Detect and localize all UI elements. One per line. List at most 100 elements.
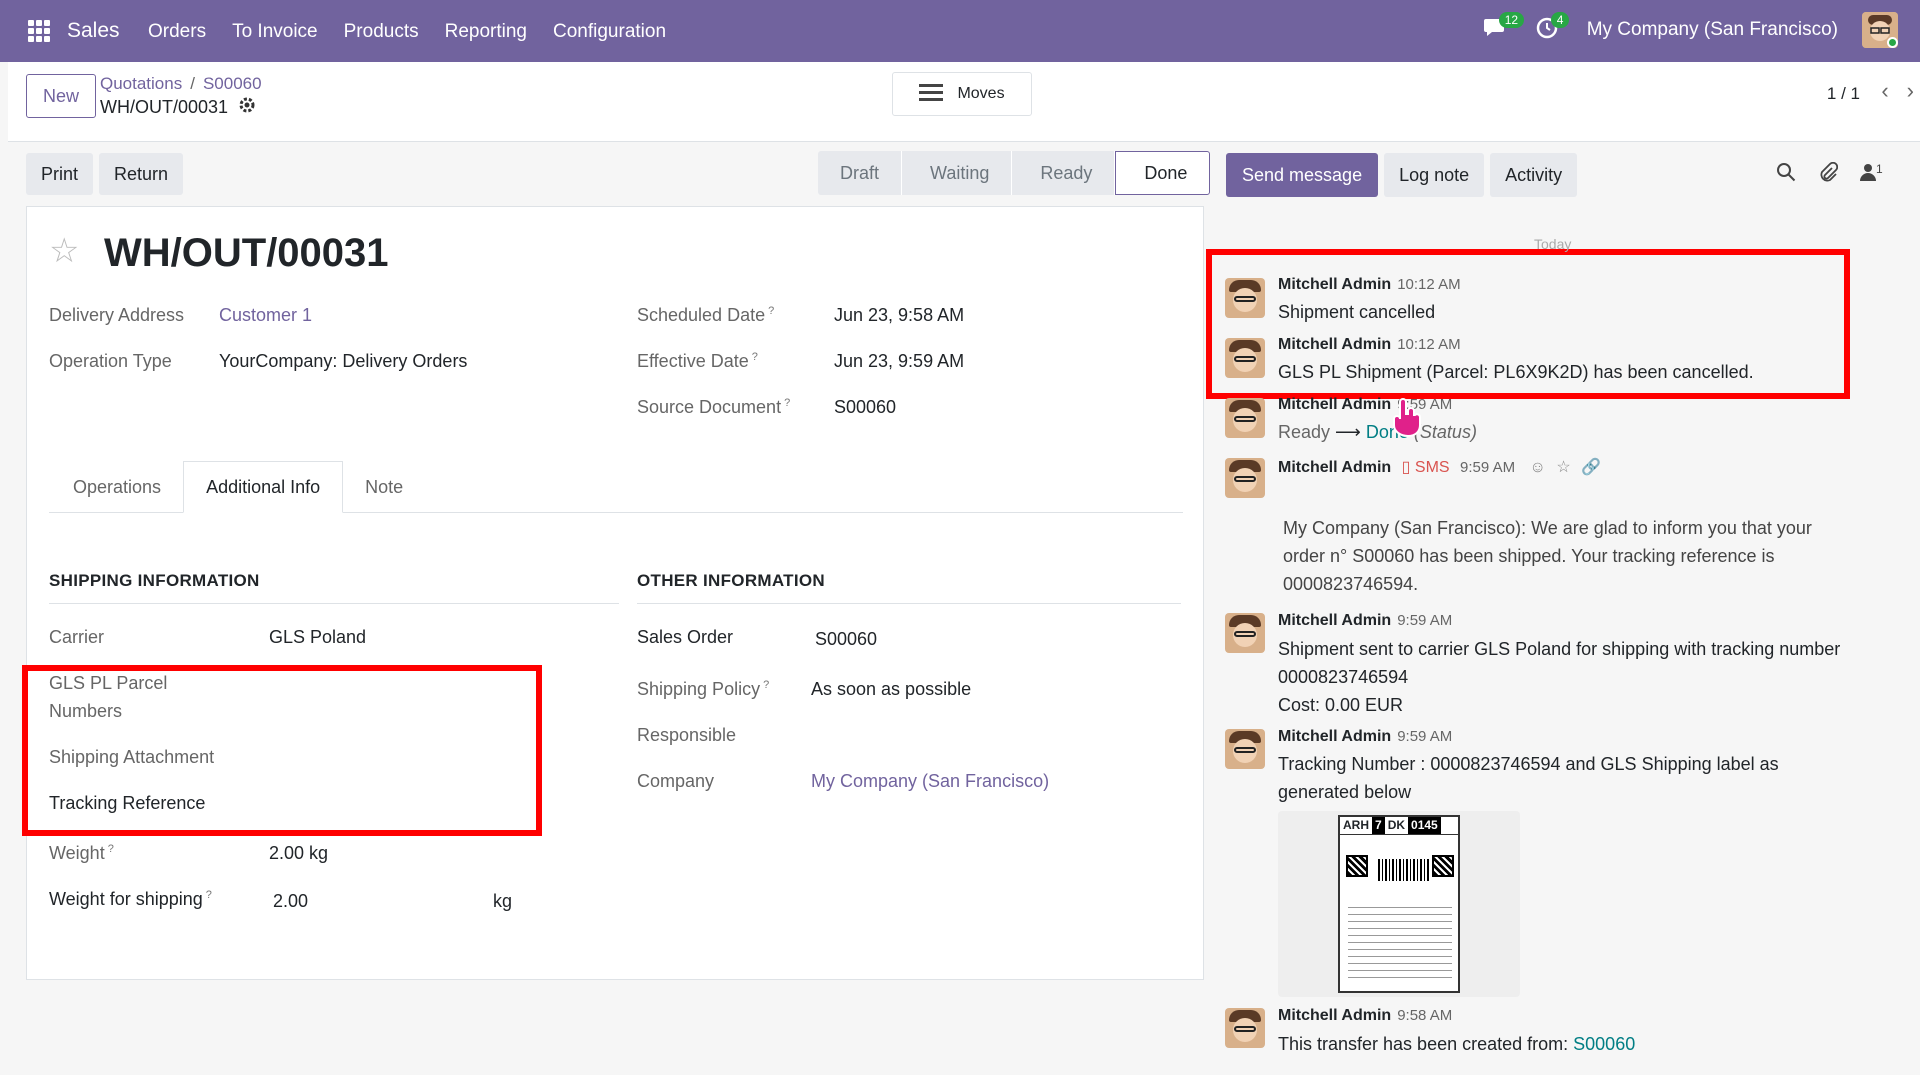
user-avatar[interactable] <box>1862 12 1898 48</box>
sales-order-value[interactable]: S00060 <box>815 629 877 650</box>
stage-draft[interactable]: Draft <box>818 151 903 195</box>
company-switcher[interactable]: My Company (San Francisco) <box>1587 19 1838 41</box>
print-button[interactable]: Print <box>26 153 94 195</box>
weight-shipping-input[interactable]: 2.00 <box>273 891 308 912</box>
hand-cursor-icon <box>1390 398 1426 438</box>
menu-orders[interactable]: Orders <box>148 21 206 43</box>
sales-order-label: Sales Order <box>637 627 734 647</box>
notebook-tabs: Operations Additional Info Note <box>49 461 1183 513</box>
link-icon[interactable]: 🔗 <box>1581 459 1601 476</box>
shipping-label-image: ARH 7 DK 0145 <box>1338 815 1460 993</box>
status-bar: Draft Waiting Ready Done <box>818 151 1211 195</box>
messages-badge: 12 <box>1498 12 1525 28</box>
menu-products[interactable]: Products <box>344 21 419 43</box>
carrier-value[interactable]: GLS Poland <box>269 627 366 648</box>
chevron-left-icon[interactable]: ‹ <box>1881 78 1888 104</box>
effective-date-value: Jun 23, 9:59 AM <box>834 351 965 371</box>
delivery-address-value[interactable]: Customer 1 <box>219 305 312 326</box>
scheduled-date-label: Scheduled Date? <box>637 305 775 325</box>
star-icon[interactable]: ☆ <box>49 231 79 271</box>
message-body: Shipment sent to carrier GLS Poland for … <box>1278 639 1841 715</box>
help-icon[interactable]: ? <box>752 351 758 363</box>
top-navbar: Sales Orders To Invoice Products Reporti… <box>0 0 1920 62</box>
chatter-toolbar: 1 <box>1776 161 1883 188</box>
message-body: GLS PL Shipment (Parcel: PL6X9K2D) has b… <box>1278 362 1754 382</box>
shipping-label-attachment[interactable]: ARH 7 DK 0145 <box>1278 811 1520 997</box>
star-icon[interactable]: ☆ <box>1556 459 1570 476</box>
operation-type-value[interactable]: YourCompany: Delivery Orders <box>219 351 467 372</box>
mobile-icon: ▯ <box>1401 459 1411 476</box>
shipping-information-header: SHIPPING INFORMATION <box>49 571 619 604</box>
moves-smart-button[interactable]: Moves <box>892 72 1032 116</box>
list-icon <box>919 83 944 106</box>
paperclip-icon[interactable] <box>1818 161 1839 188</box>
breadcrumb-sale-order[interactable]: S00060 <box>203 74 262 93</box>
avatar[interactable] <box>1225 613 1265 653</box>
shipping-policy-label: Shipping Policy? <box>637 679 770 699</box>
return-button[interactable]: Return <box>99 153 184 195</box>
company-label: Company <box>637 771 715 791</box>
breadcrumb-quotations[interactable]: Quotations <box>100 74 182 93</box>
stage-waiting[interactable]: Waiting <box>902 151 1013 195</box>
activity-button[interactable]: Activity <box>1490 153 1578 197</box>
avatar[interactable] <box>1225 278 1265 318</box>
weight-shipping-unit: kg <box>493 891 513 911</box>
log-note-button[interactable]: Log note <box>1384 153 1485 197</box>
gear-icon[interactable] <box>238 96 256 119</box>
send-message-button[interactable]: Send message <box>1226 153 1379 197</box>
highlight-box-fields <box>22 665 542 836</box>
message-author: Mitchell Admin 10:12 AM <box>1278 336 1461 353</box>
company-value[interactable]: My Company (San Francisco) <box>811 771 1049 792</box>
tab-operations[interactable]: Operations <box>51 461 183 513</box>
followers-count: 1 <box>1876 162 1883 176</box>
help-icon[interactable]: ? <box>784 397 790 409</box>
activities-badge: 4 <box>1550 12 1570 28</box>
app-name[interactable]: Sales <box>67 19 120 43</box>
message-author: Mitchell Admin 9:58 AM <box>1278 1007 1453 1024</box>
help-icon[interactable]: ? <box>763 679 769 691</box>
menu-to-invoice[interactable]: To Invoice <box>232 21 318 43</box>
tab-additional-info[interactable]: Additional Info <box>183 461 344 513</box>
help-icon[interactable]: ? <box>108 843 114 855</box>
record-title: WH/OUT/00031 <box>104 231 389 275</box>
emoji-icon[interactable]: ☺ <box>1530 459 1546 476</box>
search-icon[interactable] <box>1776 162 1796 188</box>
systray: 12 4 My Company (San Francisco) <box>1483 12 1898 48</box>
shipping-policy-value[interactable]: As soon as possible <box>811 679 971 700</box>
avatar[interactable] <box>1225 398 1265 438</box>
form-sheet: ☆ WH/OUT/00031 Delivery Address Customer… <box>26 206 1204 980</box>
help-icon[interactable]: ? <box>768 305 774 317</box>
tab-note[interactable]: Note <box>343 461 425 513</box>
message-author: Mitchell Admin ▯ SMS 9:59 AM ☺ ☆ 🔗 <box>1278 459 1602 476</box>
message-author: Mitchell Admin 10:12 AM <box>1278 276 1461 293</box>
message-author: Mitchell Admin 9:59 AM <box>1278 612 1453 629</box>
avatar[interactable] <box>1225 1008 1265 1048</box>
new-button[interactable]: New <box>26 74 96 118</box>
pager-arrows: ‹ › <box>1881 78 1914 104</box>
pager-value[interactable]: 1 / 1 <box>1827 84 1860 104</box>
avatar[interactable] <box>1225 458 1265 498</box>
messages-icon[interactable]: 12 <box>1483 12 1525 44</box>
menu-reporting[interactable]: Reporting <box>445 21 527 43</box>
tracking-change: Ready ⟶ Done (Status) <box>1278 422 1477 442</box>
avatar[interactable] <box>1225 729 1265 769</box>
message-author: Mitchell Admin 9:59 AM <box>1278 728 1453 745</box>
breadcrumb: Quotations / S00060 <box>100 74 262 93</box>
menu-configuration[interactable]: Configuration <box>553 21 666 43</box>
date-separator: Today <box>1534 236 1572 252</box>
followers-icon[interactable]: 1 <box>1860 162 1883 188</box>
stage-ready[interactable]: Ready <box>1012 151 1116 195</box>
avatar[interactable] <box>1225 338 1265 378</box>
help-icon[interactable]: ? <box>206 889 212 901</box>
online-status-icon <box>1887 37 1898 48</box>
activities-clock-icon[interactable]: 4 <box>1535 12 1570 44</box>
source-document-value[interactable]: S00060 <box>834 397 896 418</box>
carrier-label: Carrier <box>49 627 105 647</box>
scheduled-date-value[interactable]: Jun 23, 9:58 AM <box>834 305 964 326</box>
apps-grid-icon[interactable] <box>28 20 50 42</box>
stage-done[interactable]: Done <box>1115 151 1211 195</box>
weight-value: 2.00 kg <box>269 843 329 863</box>
chevron-right-icon[interactable]: › <box>1907 78 1914 104</box>
source-order-link[interactable]: S00060 <box>1573 1034 1635 1054</box>
arrow-right-icon: ⟶ <box>1335 422 1361 442</box>
